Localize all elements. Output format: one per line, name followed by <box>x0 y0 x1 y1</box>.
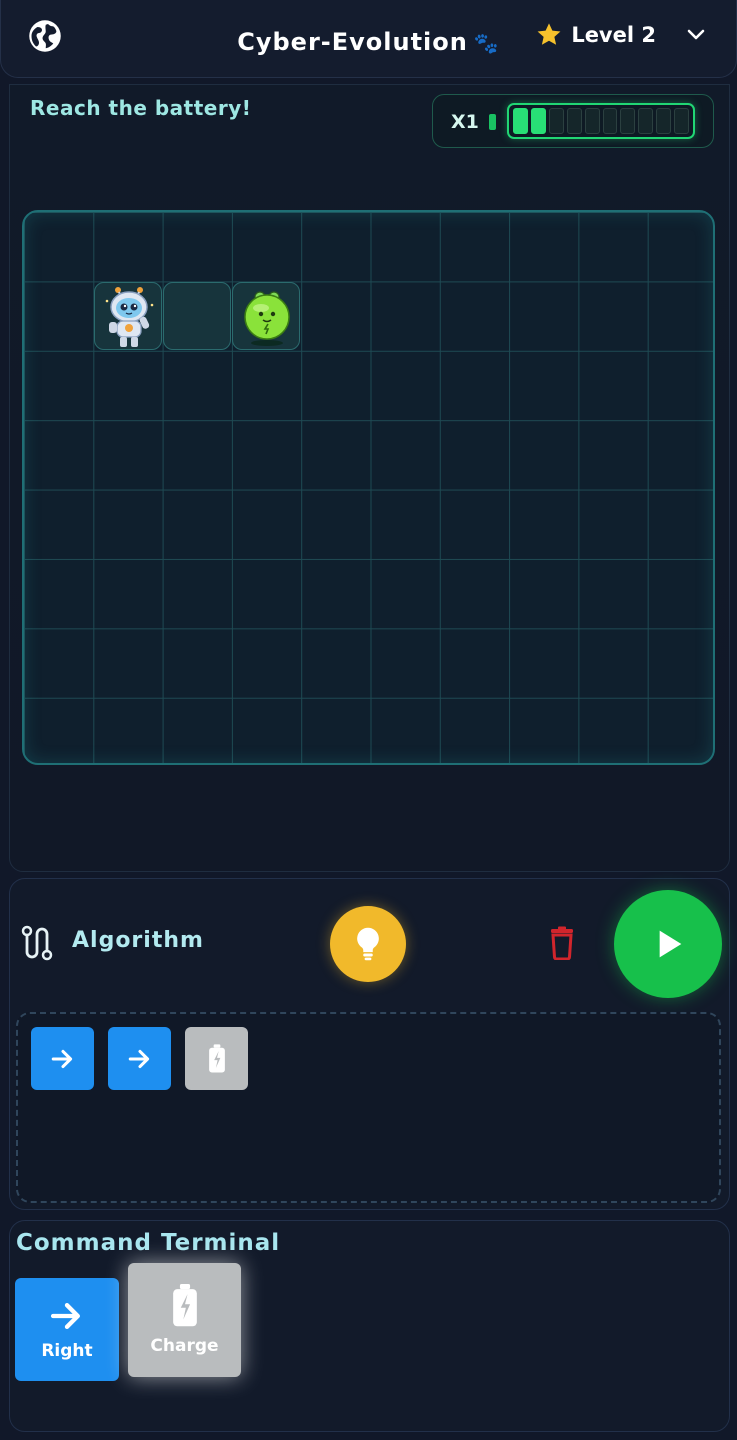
energy-segment <box>566 108 582 134</box>
battery-creature-icon <box>244 291 291 346</box>
energy-segment <box>602 108 618 134</box>
energy-segment <box>674 108 690 134</box>
energy-segment <box>638 108 654 134</box>
game-board <box>22 210 715 765</box>
lightbulb-icon <box>357 927 379 961</box>
battery-nub <box>489 114 496 130</box>
arrow-right-icon <box>128 1049 149 1068</box>
level-selector[interactable]: Level 2 <box>535 18 708 52</box>
paw-icon: 🐾 <box>473 31 500 55</box>
goal-text: Reach the battery! <box>30 96 252 120</box>
algorithm-path-icon <box>21 925 53 961</box>
hint-button[interactable] <box>330 906 406 982</box>
charge-command-label: Charge <box>150 1336 219 1356</box>
energy-meter: X1 <box>432 94 714 148</box>
program-block-right[interactable] <box>108 1027 171 1090</box>
battery-target-tile <box>232 281 301 350</box>
energy-segment <box>620 108 636 134</box>
battery-icon <box>208 1043 225 1072</box>
energy-multiplier: X1 <box>451 111 479 133</box>
path-tile <box>163 281 232 350</box>
app-title-text: Cyber-Evolution <box>237 28 468 56</box>
command-terminal-title: Command Terminal <box>16 1230 281 1256</box>
energy-segment <box>530 108 546 134</box>
level-label: Level 2 <box>571 23 656 47</box>
robot-tile <box>93 281 162 350</box>
charge-command-button[interactable]: Charge <box>128 1263 241 1377</box>
arrow-right-icon <box>51 1049 72 1068</box>
robot-icon <box>105 286 154 347</box>
right-command-button[interactable]: Right <box>15 1278 119 1381</box>
energy-segment <box>656 108 672 134</box>
program-block-charge[interactable] <box>185 1027 248 1090</box>
algorithm-title: Algorithm <box>72 928 204 953</box>
energy-segment <box>513 108 528 134</box>
run-button[interactable] <box>614 890 722 998</box>
chevron-down-icon <box>687 29 705 40</box>
arrow-right-icon <box>50 1302 80 1329</box>
energy-segment <box>584 108 600 134</box>
trash-icon[interactable] <box>547 926 577 960</box>
right-command-label: Right <box>41 1340 93 1361</box>
star-icon <box>537 23 561 45</box>
energy-segment <box>548 108 564 134</box>
energy-bar <box>507 103 695 139</box>
program-block-right[interactable] <box>31 1027 94 1090</box>
battery-icon <box>172 1284 197 1327</box>
top-bar: Cyber-Evolution 🐾 Level 2 <box>0 0 737 78</box>
play-icon <box>659 930 682 958</box>
